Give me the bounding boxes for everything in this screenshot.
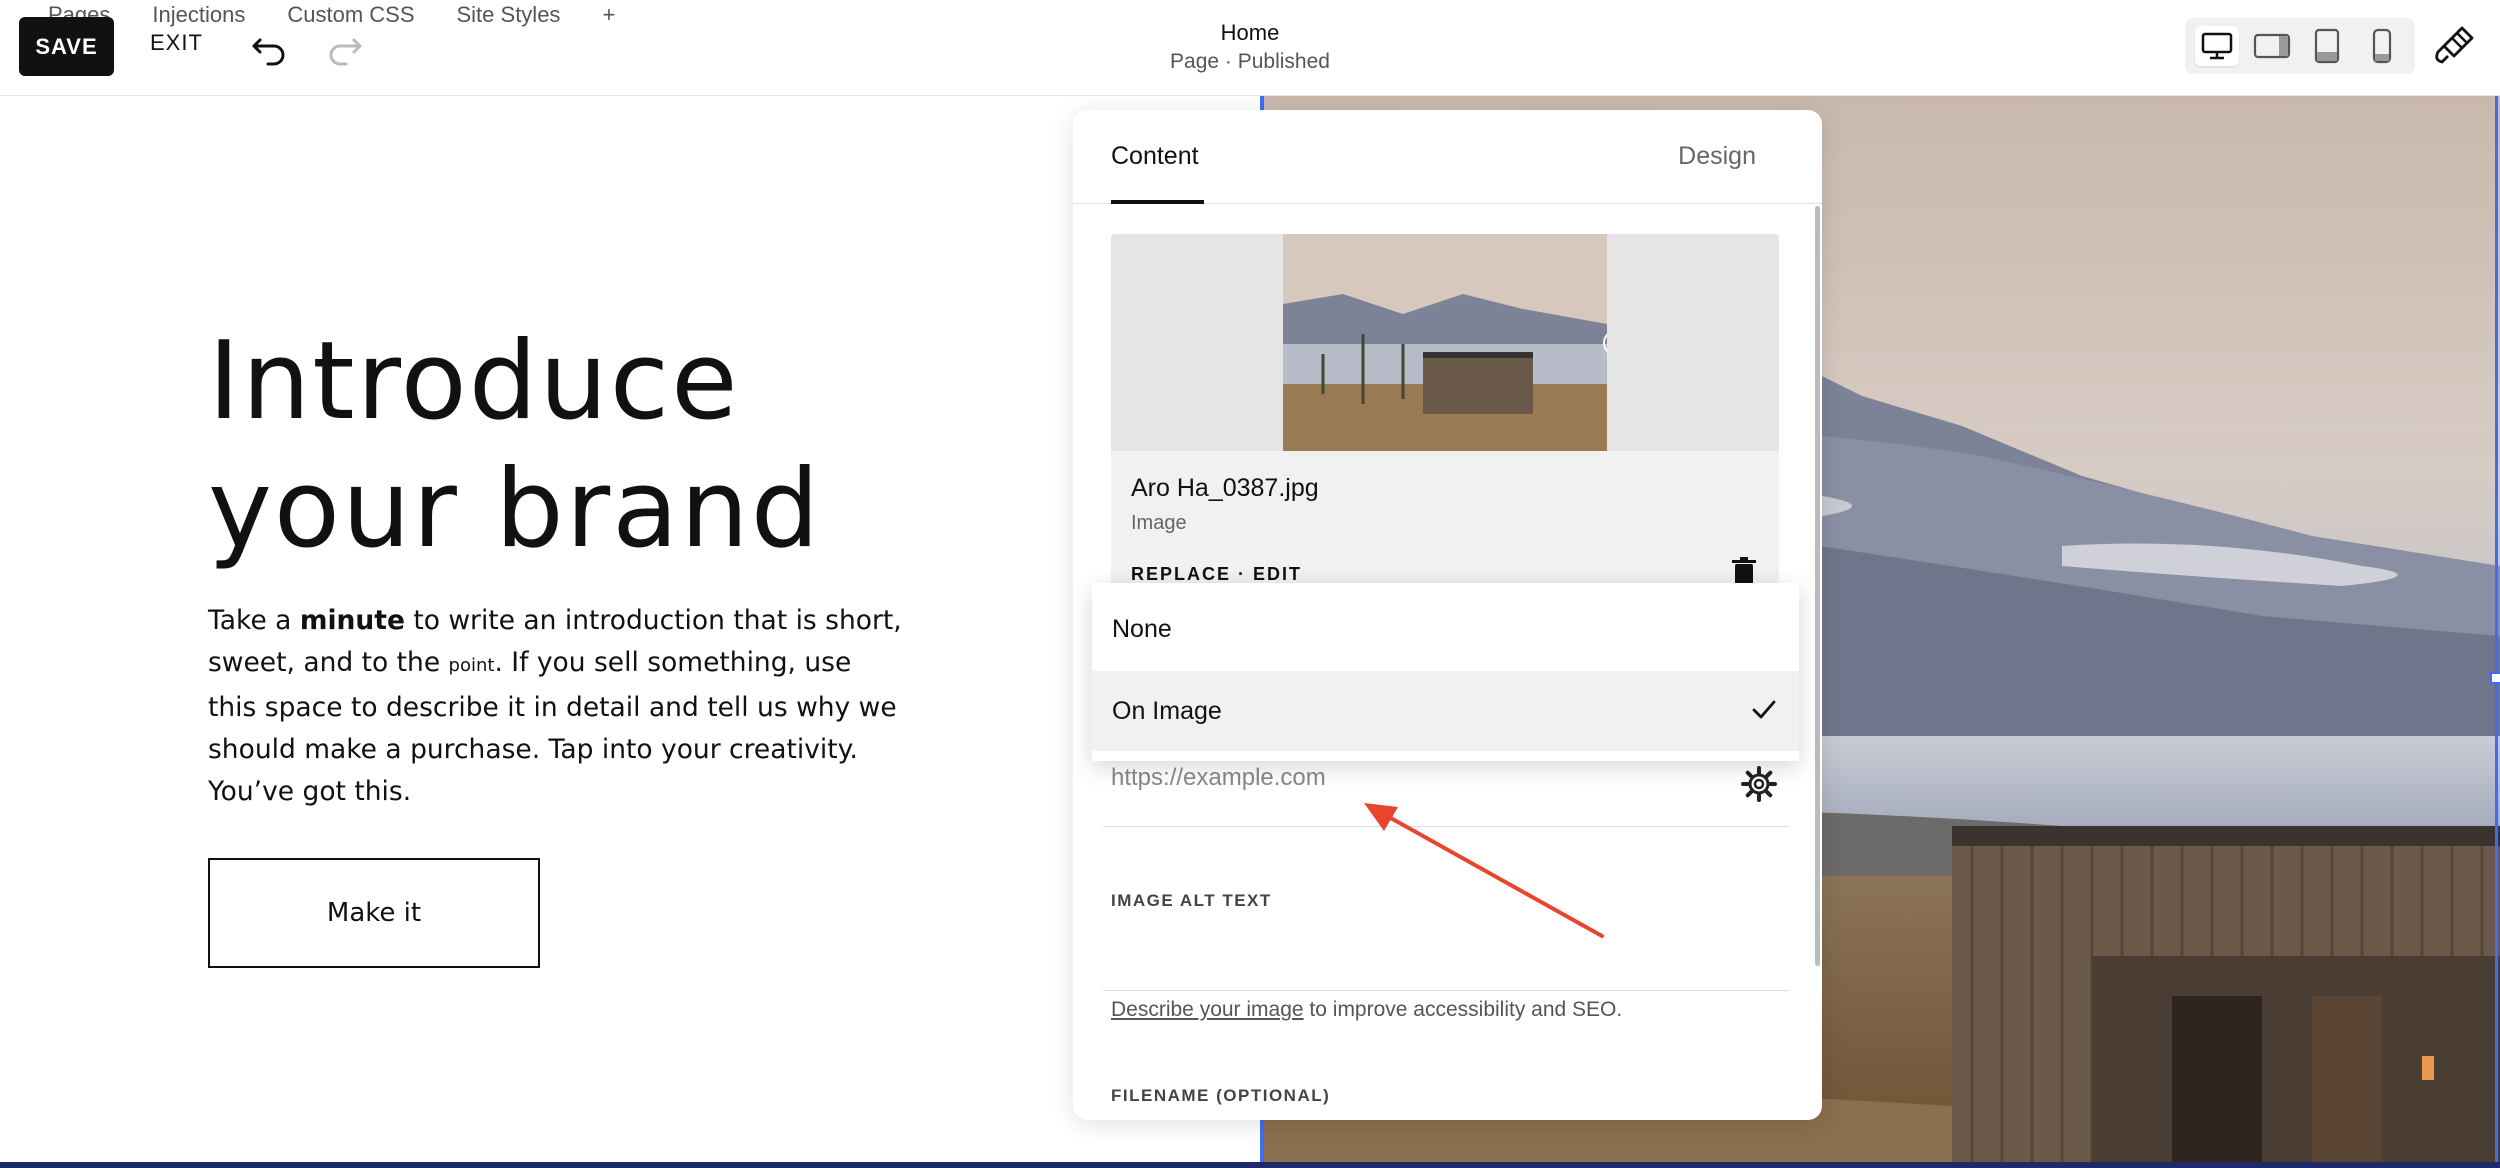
add-tab-button[interactable]: + bbox=[602, 2, 615, 34]
replace-edit-actions[interactable]: REPLACE · EDIT bbox=[1131, 564, 1302, 585]
device-preview-switcher bbox=[2185, 18, 2415, 74]
alt-text-help: Describe your image to improve accessibi… bbox=[1111, 998, 1622, 1022]
tab-design[interactable]: Design bbox=[1678, 142, 1756, 171]
alt-help-text: to improve accessibility and SEO. bbox=[1303, 998, 1623, 1021]
tablet-landscape-view-button[interactable] bbox=[2250, 26, 2294, 66]
page-status: Page · Published bbox=[1170, 50, 1330, 73]
exit-button[interactable]: EXIT bbox=[150, 30, 203, 56]
hero-title-line-2: your brand bbox=[208, 447, 822, 572]
dropdown-option-on-image[interactable]: On Image bbox=[1092, 671, 1799, 751]
bottom-edge-bar bbox=[0, 1162, 2500, 1168]
tablet-portrait-icon bbox=[2314, 28, 2340, 64]
phone-view-button[interactable] bbox=[2360, 26, 2404, 66]
image-card: Aro Ha_0387.jpg Image REPLACE · EDIT bbox=[1111, 234, 1779, 594]
gear-icon[interactable] bbox=[1741, 766, 1777, 802]
save-button[interactable]: SAVE bbox=[19, 17, 114, 76]
hero-cta-button[interactable]: Make it bbox=[208, 858, 540, 968]
desktop-view-button[interactable] bbox=[2195, 26, 2239, 66]
thumbnail-photo bbox=[1283, 234, 1607, 451]
hero-title-line-1: Introduce bbox=[208, 319, 740, 444]
filename-label: FILENAME (OPTIONAL) bbox=[1111, 1086, 1331, 1105]
hero-body-text[interactable]: Take a minute to write an introduction t… bbox=[208, 600, 908, 813]
undo-icon[interactable] bbox=[248, 26, 290, 68]
tab-site-styles[interactable]: Site Styles bbox=[457, 2, 561, 34]
alt-text-label: IMAGE ALT TEXT bbox=[1111, 891, 1272, 910]
page-title: Home bbox=[1220, 20, 1280, 45]
tablet-portrait-view-button[interactable] bbox=[2305, 26, 2349, 66]
desktop-icon bbox=[2201, 32, 2233, 60]
redo-icon[interactable] bbox=[324, 26, 366, 68]
page-title-block[interactable]: Home Page · Published bbox=[1100, 18, 1400, 76]
body-bold-word: minute bbox=[299, 605, 405, 636]
annotation-arrow bbox=[1364, 803, 1604, 938]
option-label: On Image bbox=[1112, 696, 1222, 725]
resize-handle[interactable] bbox=[2490, 672, 2500, 684]
panel-scrollbar[interactable] bbox=[1815, 206, 1820, 966]
dropdown-option-none[interactable]: None bbox=[1092, 589, 1799, 669]
clickthrough-url-input[interactable]: https://example.com bbox=[1111, 764, 1731, 792]
selection-border-right bbox=[2495, 96, 2498, 1168]
alt-text-input[interactable] bbox=[1103, 990, 1789, 991]
body-small-word: point bbox=[448, 655, 495, 676]
paintbrush-icon[interactable] bbox=[2432, 24, 2476, 68]
active-tab-indicator bbox=[1111, 200, 1204, 204]
image-file-type: Image bbox=[1131, 512, 1187, 534]
tab-content[interactable]: Content bbox=[1111, 142, 1199, 171]
phone-icon bbox=[2372, 28, 2392, 64]
image-thumbnail[interactable] bbox=[1283, 234, 1607, 451]
top-toolbar: Pages Injections Custom CSS Site Styles … bbox=[0, 0, 2500, 96]
body-text-part: Take a bbox=[208, 605, 300, 636]
panel-tabs: Content Design bbox=[1073, 110, 1822, 204]
tablet-landscape-icon bbox=[2253, 33, 2291, 59]
trash-icon[interactable] bbox=[1731, 556, 1757, 586]
editor-root: Pages Injections Custom CSS Site Styles … bbox=[0, 0, 2500, 1168]
clickthrough-dropdown: None On Image bbox=[1092, 583, 1799, 761]
describe-image-link[interactable]: Describe your image bbox=[1111, 998, 1304, 1021]
image-file-name: Aro Ha_0387.jpg bbox=[1131, 474, 1319, 502]
checkmark-icon bbox=[1752, 700, 1776, 719]
hero-title[interactable]: Introduce your brand bbox=[208, 318, 821, 574]
